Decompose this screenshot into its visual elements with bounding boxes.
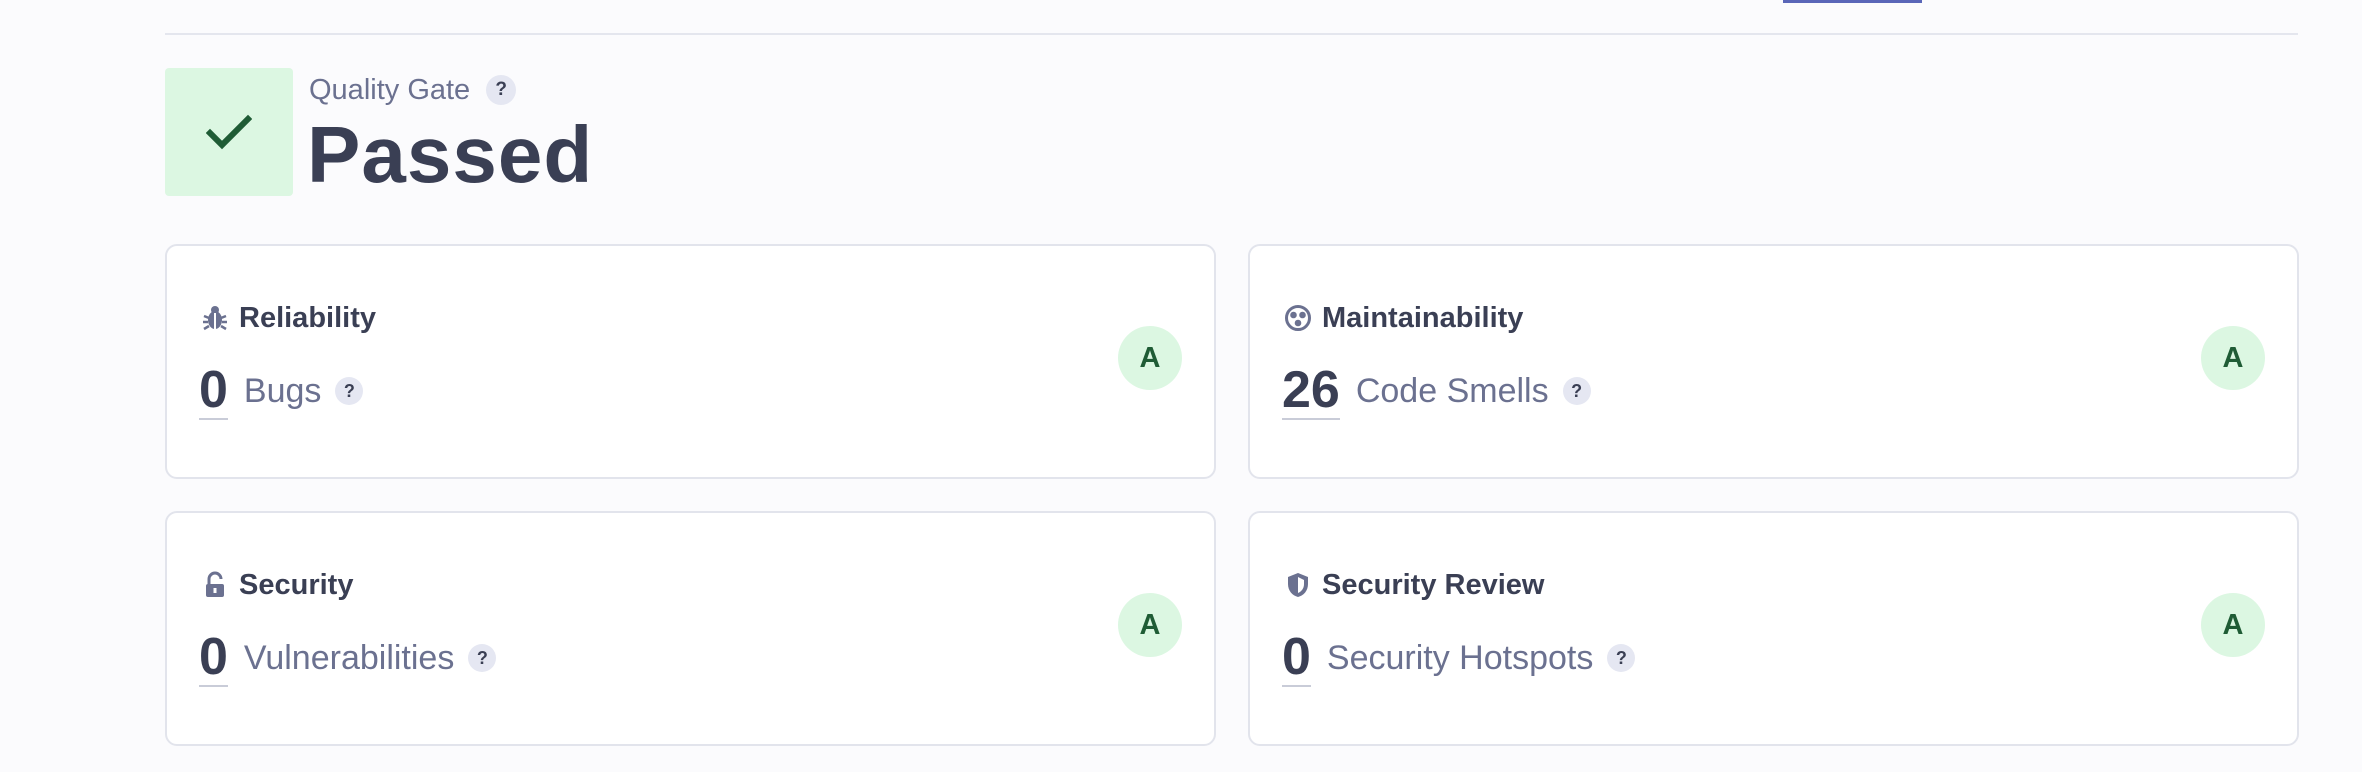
bugs-help-icon[interactable]: ? [335, 377, 364, 405]
metric-label: Bugs [243, 371, 322, 410]
security-hotspots-count-link[interactable]: 0 [1282, 629, 1311, 687]
card-title: Security [239, 568, 354, 601]
maintainability-icon [1284, 304, 1312, 332]
reliability-card: Reliability 0 Bugs ? A [165, 244, 1216, 479]
security-hotspots-help-icon[interactable]: ? [1607, 644, 1636, 672]
maintainability-card: Maintainability 26 Code Smells ? A [1248, 244, 2299, 479]
quality-gate-status-badge [165, 68, 293, 196]
check-icon [206, 114, 252, 150]
security-review-card: Security Review 0 Security Hotspots ? A [1248, 511, 2299, 746]
quality-gate-status: Passed [307, 110, 594, 199]
bug-icon [201, 304, 229, 332]
metric-label: Vulnerabilities [243, 638, 455, 677]
rating-badge: A [2201, 593, 2265, 657]
code-smells-help-icon[interactable]: ? [1562, 377, 1591, 405]
rating-badge: A [2201, 326, 2265, 390]
unlocked-icon [201, 571, 229, 599]
shield-icon [1284, 571, 1312, 599]
quality-gate-help-icon[interactable]: ? [486, 75, 517, 105]
divider [165, 33, 2298, 35]
rating-badge: A [1118, 326, 1182, 390]
card-header: Maintainability [1284, 298, 1523, 338]
quality-gate-label: Quality Gate [309, 73, 471, 106]
card-title: Maintainability [1322, 301, 1524, 334]
metric-label: Code Smells [1355, 371, 1549, 410]
active-tab-indicator [1783, 0, 1922, 3]
vulnerabilities-help-icon[interactable]: ? [468, 644, 497, 672]
quality-gate-header: Quality Gate ? [309, 70, 517, 110]
card-header: Security Review [1284, 565, 1544, 605]
security-card: Security 0 Vulnerabilities ? A [165, 511, 1216, 746]
vulnerabilities-count-link[interactable]: 0 [199, 629, 228, 687]
code-smells-count-link[interactable]: 26 [1282, 362, 1340, 420]
project-overview: Quality Gate ? Passed Reliability 0 Bugs… [0, 0, 2362, 772]
card-metric: 0 Vulnerabilities ? [199, 628, 497, 688]
card-title: Security Review [1322, 568, 1545, 601]
card-header: Security [201, 565, 353, 605]
rating-badge: A [1118, 593, 1182, 657]
card-metric: 26 Code Smells ? [1282, 361, 1591, 421]
metric-label: Security Hotspots [1326, 638, 1594, 677]
card-metric: 0 Security Hotspots ? [1282, 628, 1636, 688]
card-title: Reliability [239, 301, 376, 334]
card-header: Reliability [201, 298, 376, 338]
card-metric: 0 Bugs ? [199, 361, 364, 421]
bugs-count-link[interactable]: 0 [199, 362, 228, 420]
